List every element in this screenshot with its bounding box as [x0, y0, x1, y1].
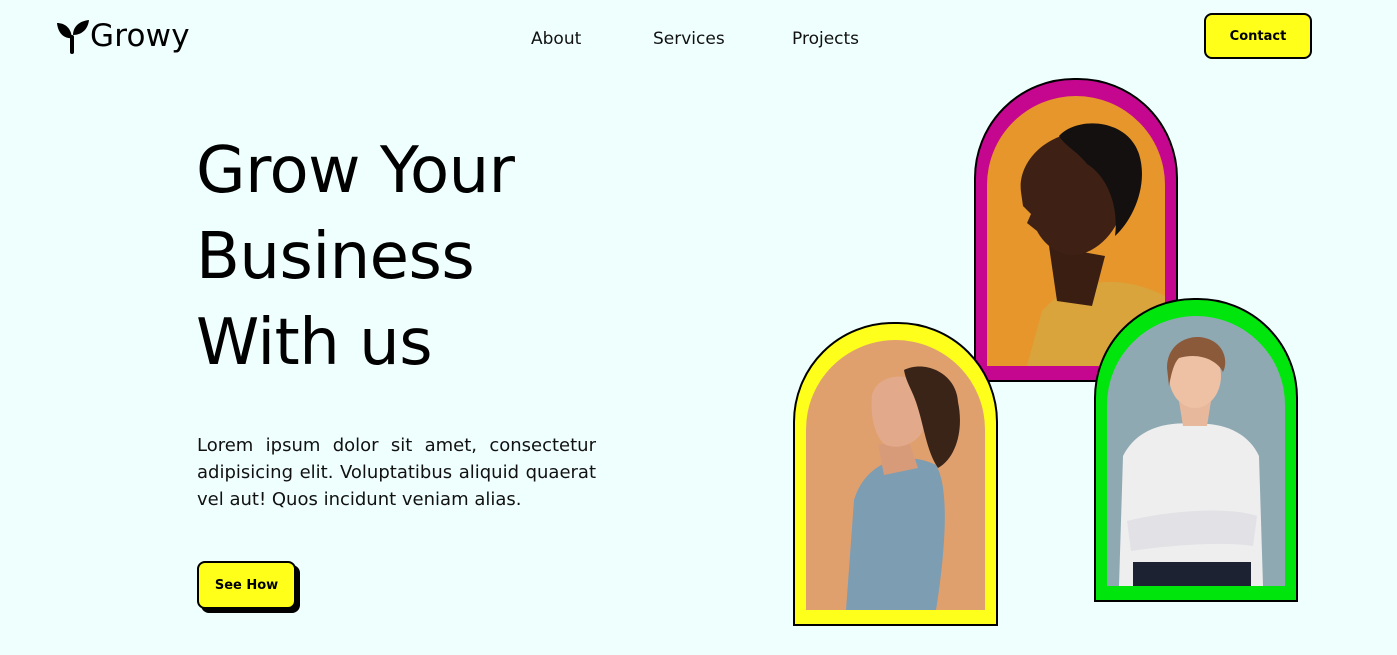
hero-title-line: Business: [196, 220, 475, 294]
smiling-woman-photo: [1107, 316, 1285, 586]
hero-title-line: Grow Your: [196, 134, 515, 208]
hero-description: Lorem ipsum dolor sit amet, consectetur …: [197, 435, 596, 510]
hero-title: Grow Your Business With us: [196, 128, 515, 386]
main-nav: About Services Projects: [0, 26, 1397, 52]
nav-link-about[interactable]: About: [531, 26, 581, 52]
hero-title-line: With us: [196, 306, 433, 380]
nav-link-projects[interactable]: Projects: [792, 26, 859, 52]
see-how-button[interactable]: See How: [197, 561, 296, 609]
portrait-frame-yellow: [793, 322, 998, 626]
contact-button[interactable]: Contact: [1204, 13, 1312, 59]
portrait-frame-green: [1094, 298, 1298, 602]
nav-link-services[interactable]: Services: [653, 26, 725, 52]
curly-hair-man-photo: [806, 340, 985, 610]
